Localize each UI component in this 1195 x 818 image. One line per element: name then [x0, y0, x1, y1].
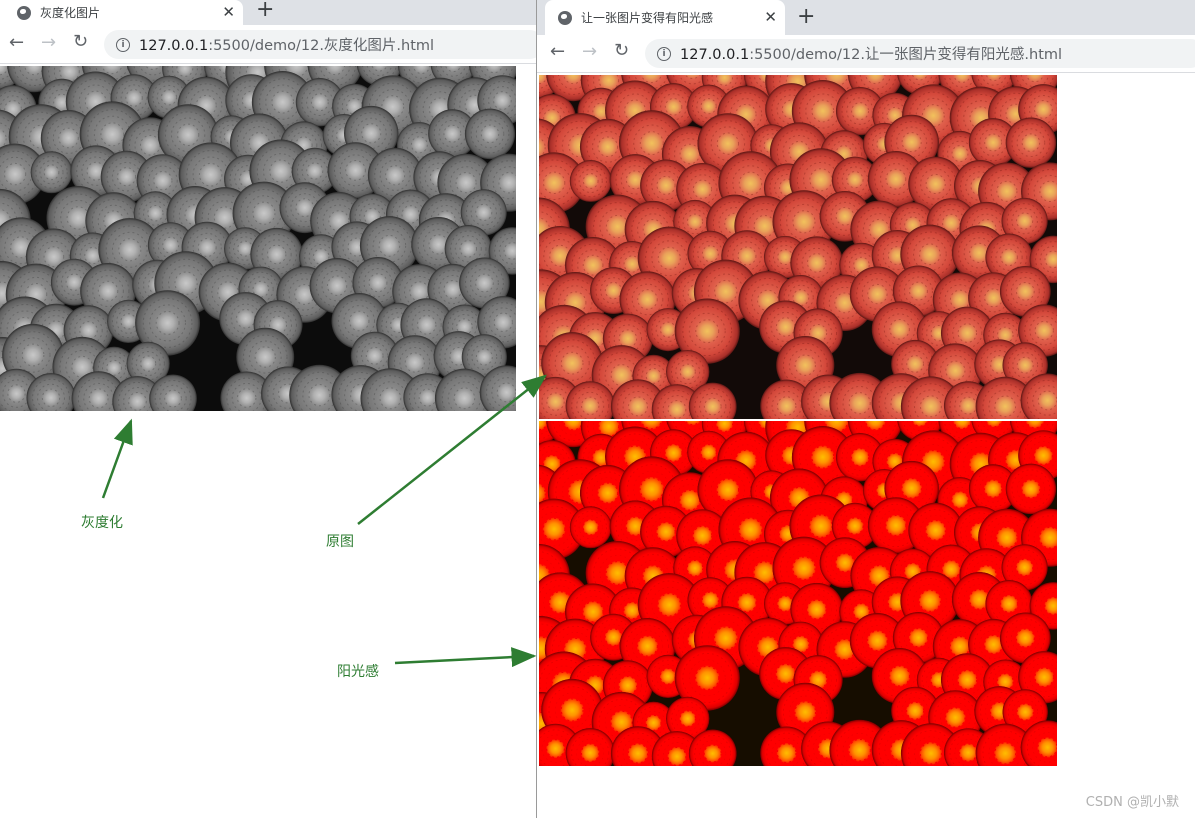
browser-toolbar: ← → ↻ i 127.0.0.1:5500/demo/12.灰度化图片.htm… [0, 25, 536, 64]
browser-window-left: 灰度化图片 ✕ + ← → ↻ i 127.0.0.1:5500/demo/12… [0, 0, 536, 818]
back-arrow-icon[interactable]: ← [550, 43, 565, 61]
forward-arrow-icon[interactable]: → [582, 43, 597, 61]
tab-grayscale-page[interactable]: 灰度化图片 ✕ [0, 0, 243, 25]
info-icon[interactable]: i [657, 46, 671, 61]
reload-icon[interactable]: ↻ [73, 33, 88, 51]
browser-window-right: 让一张图片变得有阳光感 ✕ + ← → ↻ i 127.0.0.1:5500/d… [536, 0, 1195, 818]
url-text: 127.0.0.1:5500/demo/12.让一张图片变得有阳光感.html [680, 47, 1063, 63]
flower-image-sunny [539, 421, 1057, 766]
tab-title: 灰度化图片 [40, 6, 101, 20]
address-bar[interactable]: i 127.0.0.1:5500/demo/12.让一张图片变得有阳光感.htm… [645, 39, 1195, 68]
back-arrow-icon[interactable]: ← [9, 34, 24, 52]
info-icon[interactable]: i [116, 37, 130, 52]
forward-arrow-icon[interactable]: → [41, 34, 56, 52]
flower-image-grayscale [0, 66, 516, 411]
tab-sunny-page[interactable]: 让一张图片变得有阳光感 ✕ [545, 0, 785, 35]
label-grayscale: 灰度化 [81, 515, 123, 531]
label-original: 原图 [326, 534, 354, 550]
flower-image-original [539, 75, 1057, 419]
page-content [537, 73, 1195, 818]
globe-icon [558, 10, 572, 25]
browser-toolbar: ← → ↻ i 127.0.0.1:5500/demo/12.让一张图片变得有阳… [537, 35, 1195, 73]
close-icon[interactable]: ✕ [222, 5, 235, 20]
tab-title: 让一张图片变得有阳光感 [581, 11, 714, 25]
page-content [0, 64, 536, 818]
address-bar[interactable]: i 127.0.0.1:5500/demo/12.灰度化图片.html [104, 30, 536, 59]
reload-icon[interactable]: ↻ [614, 42, 629, 60]
tab-strip: 让一张图片变得有阳光感 ✕ + [537, 0, 1195, 35]
plus-icon[interactable]: + [256, 0, 274, 21]
globe-icon [17, 5, 31, 20]
close-icon[interactable]: ✕ [764, 10, 777, 25]
plus-icon[interactable]: + [797, 6, 815, 28]
watermark: CSDN @凯小默 [1085, 795, 1179, 810]
tab-strip: 灰度化图片 ✕ + [0, 0, 536, 25]
label-sunny: 阳光感 [337, 664, 379, 680]
url-text: 127.0.0.1:5500/demo/12.灰度化图片.html [139, 38, 435, 54]
